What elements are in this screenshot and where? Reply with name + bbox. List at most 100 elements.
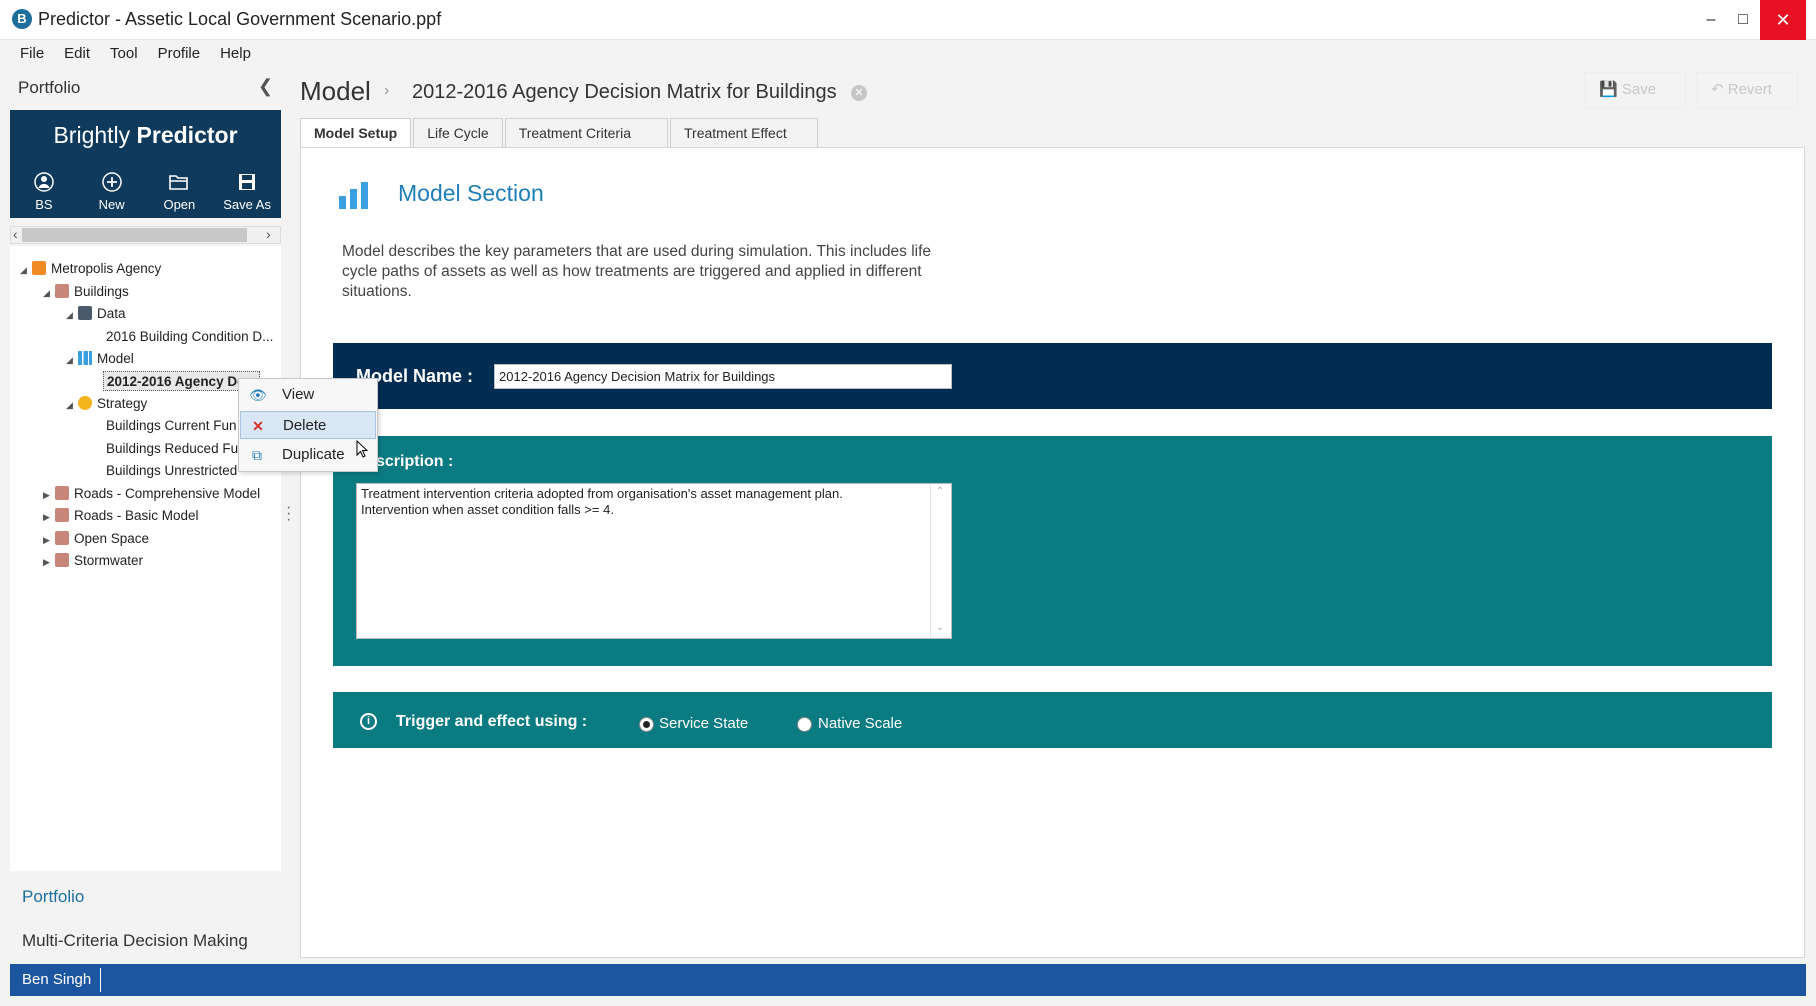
collapse-sidebar-icon[interactable]: ❮: [258, 76, 273, 97]
native-scale-radio[interactable]: [797, 717, 812, 732]
trigger-label: Trigger and effect using :: [396, 713, 588, 730]
context-delete[interactable]: ✕ Delete: [240, 411, 376, 439]
tree-item-model[interactable]: ◢ Model: [66, 349, 134, 369]
status-bar: [10, 964, 1806, 996]
status-separator: [100, 968, 101, 992]
description-textarea[interactable]: Treatment intervention criteria adopted …: [356, 483, 952, 639]
collapsed-triangle-icon[interactable]: ▶: [43, 485, 55, 505]
status-user: Ben Singh: [22, 971, 92, 988]
tab-treatment-criteria[interactable]: Treatment Criteria: [504, 118, 668, 148]
user-icon: [34, 172, 54, 192]
breadcrumb-root[interactable]: Model: [300, 76, 371, 107]
expanded-triangle-icon[interactable]: ◢: [43, 283, 55, 303]
menu-bar: File Edit Tool Profile Help: [10, 43, 261, 65]
scroll-down-icon[interactable]: ⌄: [936, 622, 944, 633]
tree-item-data[interactable]: ◢ Data: [66, 304, 126, 324]
duplicate-icon: ⧉: [252, 447, 262, 463]
app-logo-icon: B: [12, 9, 32, 29]
menu-edit[interactable]: Edit: [54, 43, 100, 65]
section-title: Model Section: [398, 180, 544, 206]
portfolio-tree: ◢ Metropolis Agency ◢ Buildings ◢ Data 2016…: [10, 246, 281, 871]
tree-item-buildings-current-funding[interactable]: Buildings Current Fun: [106, 416, 237, 436]
tree-item-buildings[interactable]: ◢ Buildings: [43, 282, 129, 302]
tree-item-label: 2012-2016 Agency De...: [107, 374, 256, 389]
expanded-triangle-icon[interactable]: ◢: [66, 395, 78, 415]
expanded-triangle-icon[interactable]: ◢: [20, 260, 32, 280]
description-scrollbar[interactable]: [930, 484, 951, 638]
undo-icon: ↶: [1711, 81, 1728, 98]
tab-treatment-effect[interactable]: Treatment Effect: [670, 118, 818, 148]
close-model-icon[interactable]: ✕: [851, 85, 867, 101]
tree-item-label: Buildings: [74, 284, 129, 299]
breadcrumb-current: 2012-2016 Agency Decision Matrix for Bui…: [412, 81, 837, 103]
tree-item-label: Roads - Comprehensive Model: [74, 486, 261, 501]
tree-item-strategy[interactable]: ◢ Strategy: [66, 394, 147, 414]
service-state-radio[interactable]: [639, 717, 654, 732]
tree-item-metropolis-agency[interactable]: ◢ Metropolis Agency: [20, 259, 161, 279]
menu-tool[interactable]: Tool: [100, 43, 148, 65]
bs-button[interactable]: BS: [10, 160, 78, 218]
revert-button[interactable]: ↶ Revert: [1696, 72, 1798, 108]
menu-file[interactable]: File: [10, 43, 54, 65]
scroll-left-icon[interactable]: ‹: [13, 226, 18, 242]
nav-mcdm-link[interactable]: Multi-Criteria Decision Making: [22, 931, 248, 951]
tree-item-agency-decision-matrix[interactable]: 2012-2016 Agency De...: [103, 371, 260, 391]
menu-profile[interactable]: Profile: [148, 43, 211, 65]
new-button[interactable]: New: [78, 160, 146, 218]
collapsed-triangle-icon[interactable]: ▶: [43, 507, 55, 527]
context-duplicate-label: Duplicate: [282, 446, 345, 463]
context-view[interactable]: 👁 View: [240, 381, 376, 409]
collapsed-triangle-icon[interactable]: ▶: [43, 552, 55, 572]
nav-portfolio-link[interactable]: Portfolio: [22, 887, 84, 907]
folder-icon: [55, 531, 69, 545]
tree-item-label: Metropolis Agency: [51, 261, 162, 276]
menu-help[interactable]: Help: [210, 43, 261, 65]
tree-item-roads-basic[interactable]: ▶ Roads - Basic Model: [43, 506, 199, 526]
mouse-cursor-icon: [356, 440, 368, 458]
context-view-label: View: [282, 386, 315, 403]
tree-item-label: Roads - Basic Model: [74, 508, 199, 523]
tab-life-cycle[interactable]: Life Cycle: [413, 118, 503, 148]
info-icon[interactable]: i: [360, 713, 377, 730]
folder-icon: [55, 553, 69, 567]
model-name-input[interactable]: 2012-2016 Agency Decision Matrix for Bui…: [494, 364, 952, 389]
model-tabs: Model Setup Life Cycle Treatment Criteri…: [300, 118, 820, 148]
tree-item-label: Buildings Unrestricted: [106, 463, 238, 478]
tree-item-label: Buildings Current Fun: [106, 418, 237, 433]
scrollbar-thumb[interactable]: [22, 228, 247, 242]
tree-item-open-space[interactable]: ▶ Open Space: [43, 529, 149, 549]
scroll-right-icon[interactable]: ›: [266, 226, 271, 242]
collapsed-triangle-icon[interactable]: ▶: [43, 530, 55, 550]
model-icon: [78, 351, 92, 365]
service-state-label[interactable]: Service State: [659, 715, 748, 732]
folder-icon: [55, 284, 69, 298]
tree-item-buildings-reduced-funding[interactable]: Buildings Reduced Fur: [106, 439, 243, 459]
tree-item-buildings-unrestricted[interactable]: Buildings Unrestricted: [106, 461, 237, 481]
tree-item-label: Data: [97, 306, 126, 321]
tree-item-stormwater[interactable]: ▶ Stormwater: [43, 551, 143, 571]
scroll-up-icon[interactable]: ⌃: [936, 486, 944, 497]
tree-item-roads-comprehensive[interactable]: ▶ Roads - Comprehensive Model: [43, 484, 260, 504]
native-scale-label[interactable]: Native Scale: [818, 715, 902, 732]
save-icon: 💾: [1599, 81, 1622, 98]
folder-open-icon: [169, 175, 189, 190]
tab-model-setup[interactable]: Model Setup: [300, 118, 412, 148]
save-label: Save: [1621, 81, 1657, 98]
splitter-handle-icon[interactable]: · · ·: [286, 500, 291, 528]
save-button[interactable]: 💾 Save: [1584, 72, 1686, 108]
description-label: scription :: [376, 453, 454, 470]
brand-text-light: Brightly: [53, 122, 137, 148]
close-window-button[interactable]: ✕: [1760, 0, 1806, 40]
plus-circle-icon: [101, 172, 122, 192]
save-icon: [239, 174, 256, 190]
expanded-triangle-icon[interactable]: ◢: [66, 350, 78, 370]
folder-icon: [55, 508, 69, 522]
delete-x-icon: ✕: [252, 418, 264, 434]
tree-item-building-condition-data[interactable]: 2016 Building Condition D...: [106, 327, 273, 347]
breadcrumb-chevron-icon: ›: [384, 82, 390, 99]
save-as-button[interactable]: Save As: [213, 160, 281, 218]
open-button[interactable]: Open: [146, 160, 214, 218]
context-delete-label: Delete: [283, 417, 327, 434]
bs-label: BS: [35, 197, 53, 212]
expanded-triangle-icon[interactable]: ◢: [66, 305, 78, 325]
